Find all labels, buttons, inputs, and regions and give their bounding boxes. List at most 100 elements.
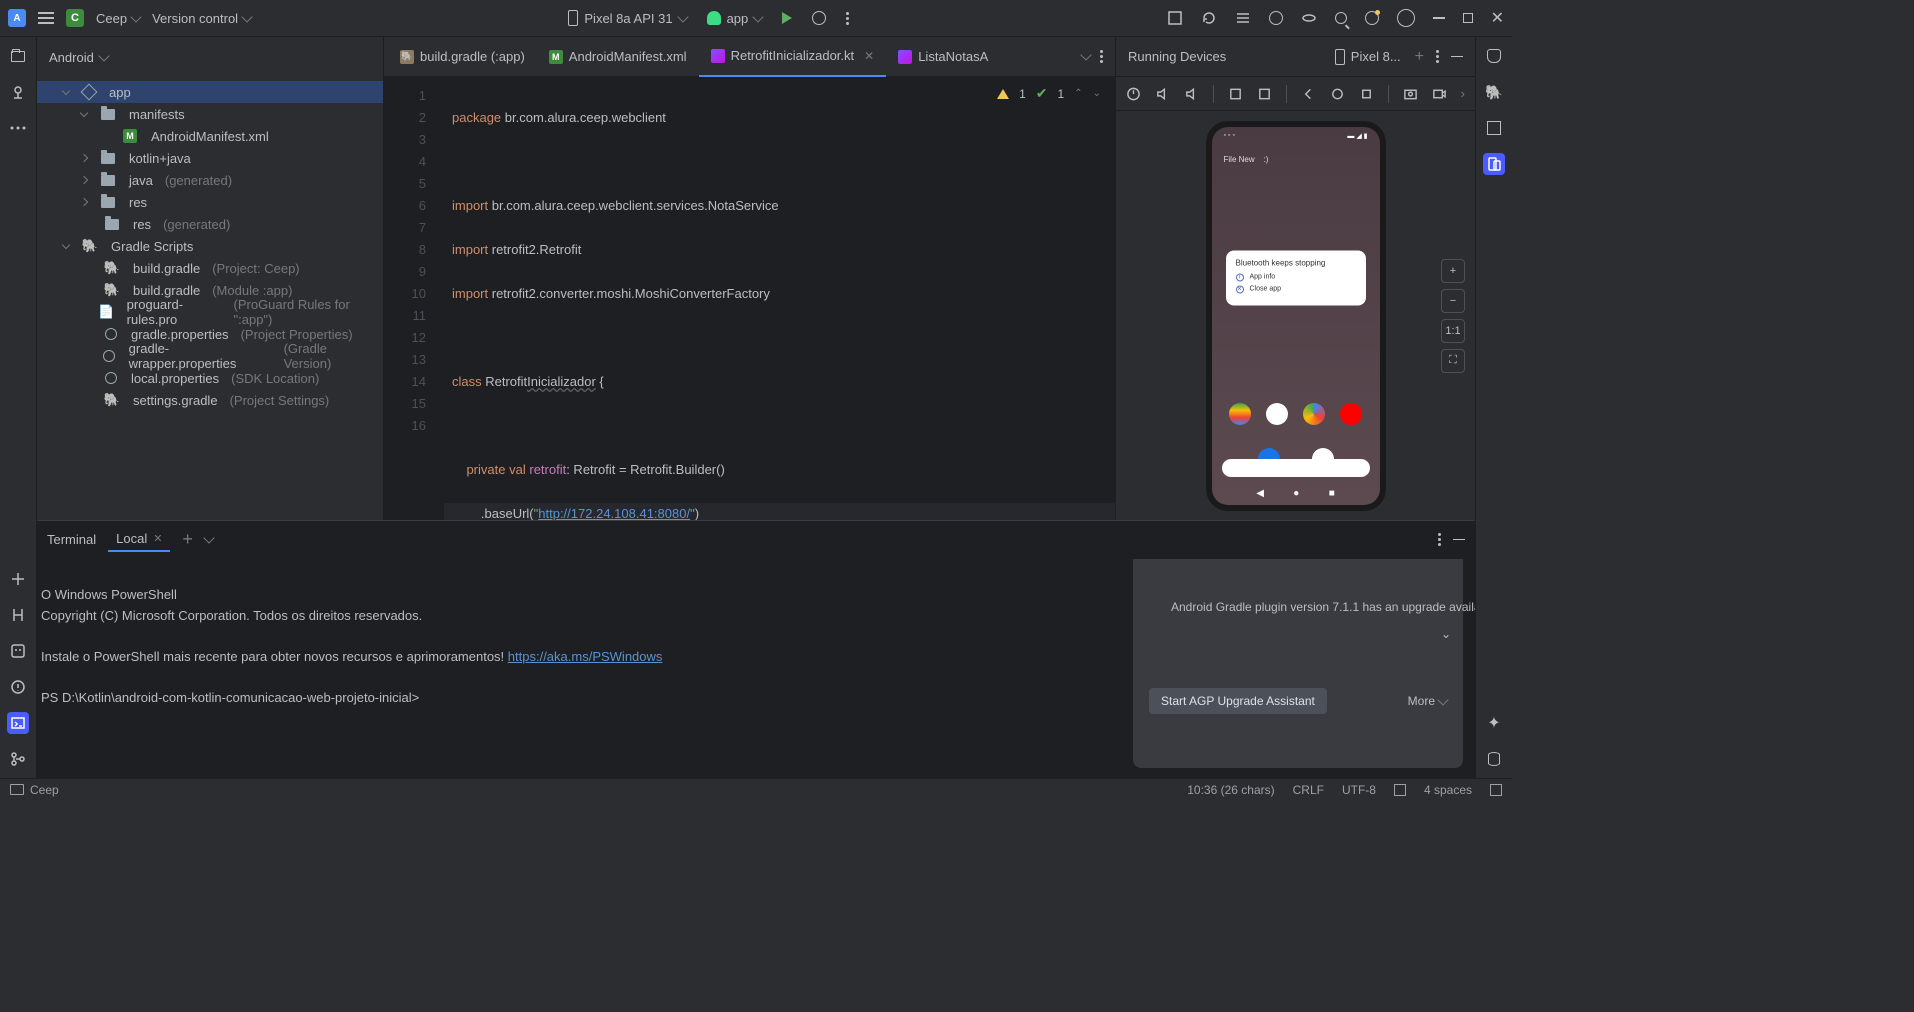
tree-node-manifests[interactable]: manifests <box>37 103 383 125</box>
terminal-options[interactable] <box>1438 533 1441 546</box>
zoom-out-button[interactable]: − <box>1441 289 1465 313</box>
stack-icon[interactable] <box>1235 10 1251 26</box>
cursor-position[interactable]: 10:36 (26 chars) <box>1187 783 1274 797</box>
notification-more-button[interactable]: More <box>1408 691 1447 711</box>
commit-tool-button[interactable] <box>7 81 29 103</box>
tree-node-kotlin-java[interactable]: kotlin+java <box>37 147 383 169</box>
account-icon[interactable] <box>1397 9 1415 27</box>
close-window[interactable]: ✕ <box>1491 8 1504 28</box>
minimize-window[interactable] <box>1433 17 1445 19</box>
rotate-left-icon[interactable] <box>1228 86 1243 102</box>
chevron-right-icon[interactable]: › <box>1461 86 1465 101</box>
code-with-me-icon[interactable] <box>1167 10 1183 26</box>
build-tool-button[interactable] <box>7 568 29 590</box>
device-tab[interactable]: Pixel 8... <box>1335 49 1401 65</box>
back-icon[interactable] <box>1301 86 1316 102</box>
volume-up-icon[interactable] <box>1155 86 1170 102</box>
editor-tab-manifest[interactable]: MAndroidManifest.xml <box>537 37 699 77</box>
close-tab-icon[interactable]: ✕ <box>153 532 162 545</box>
memory-indicator[interactable] <box>1490 784 1502 796</box>
tree-node-java-gen[interactable]: java(generated) <box>37 169 383 191</box>
editor-inspection-status[interactable]: 1 ✔1 ⌃ ⌄ <box>997 85 1101 102</box>
file-encoding[interactable]: UTF-8 <box>1342 783 1376 797</box>
zoom-in-button[interactable]: + <box>1441 259 1465 283</box>
new-terminal-button[interactable]: + <box>182 529 193 550</box>
app-icon-photos[interactable] <box>1303 403 1325 425</box>
project-dropdown[interactable]: Ceep <box>96 11 140 26</box>
tree-node-build-gradle-proj[interactable]: 🐘build.gradle(Project: Ceep) <box>37 257 383 279</box>
gradle-button[interactable]: 🐘 <box>1483 81 1505 103</box>
screenshot-icon[interactable] <box>1403 86 1418 102</box>
terminal-tool-button[interactable] <box>7 712 29 734</box>
overview-icon[interactable] <box>1359 86 1374 102</box>
run-config-selector[interactable]: app <box>707 11 763 26</box>
expand-notification-icon[interactable]: ⌄ <box>1441 624 1451 644</box>
notifications-button[interactable] <box>1483 45 1505 67</box>
editor-tab-listanotas[interactable]: ListaNotasA <box>886 37 1000 77</box>
reload-icon[interactable] <box>1201 10 1217 26</box>
maximize-window[interactable] <box>1463 13 1473 23</box>
more-run-options[interactable] <box>846 12 849 25</box>
terminal-body[interactable]: O Windows PowerShell Copyright (C) Micro… <box>37 559 1475 778</box>
more-tool-button[interactable] <box>7 117 29 139</box>
zoom-fit-button[interactable]: ⛶ <box>1441 349 1465 373</box>
app-icon-play[interactable] <box>1229 403 1251 425</box>
phone-frame[interactable]: ◦ ◦ ◦▬ ◢ ▮ File New :) Bluetooth keeps s… <box>1206 121 1386 511</box>
close-tab-icon[interactable]: ✕ <box>864 49 874 63</box>
dialog-option-appinfo[interactable]: iApp info <box>1236 273 1356 281</box>
tabs-dropdown-icon[interactable] <box>1080 49 1091 60</box>
power-icon[interactable] <box>1126 86 1141 102</box>
tree-node-app[interactable]: app <box>37 81 383 103</box>
editor-body[interactable]: 1 ✔1 ⌃ ⌄ 12345678910111213141516 package… <box>384 77 1115 520</box>
attach-debugger-icon[interactable] <box>1269 11 1283 25</box>
nav-home[interactable]: ● <box>1293 488 1299 499</box>
run-button[interactable] <box>782 12 792 24</box>
main-menu-button[interactable] <box>38 12 54 24</box>
statusbar-project[interactable]: Ceep <box>30 783 59 797</box>
add-device-button[interactable]: + <box>1415 48 1424 66</box>
tree-node-wrapper-props[interactable]: gradle-wrapper.properties(Gradle Version… <box>37 345 383 367</box>
tree-node-res-gen[interactable]: res(generated) <box>37 213 383 235</box>
zoom-11-button[interactable]: 1:1 <box>1441 319 1465 343</box>
device-selector[interactable]: Pixel 8a API 31 <box>568 10 686 26</box>
start-agp-upgrade-button[interactable]: Start AGP Upgrade Assistant <box>1149 688 1327 714</box>
version-control-tool-button[interactable] <box>7 604 29 626</box>
app-icon-gmail[interactable] <box>1266 403 1288 425</box>
dialog-option-close[interactable]: ✕Close app <box>1236 285 1356 293</box>
git-tool-button[interactable] <box>7 748 29 770</box>
search-icon[interactable] <box>1335 12 1347 24</box>
running-devices-button[interactable] <box>1483 153 1505 175</box>
line-separator[interactable]: CRLF <box>1293 783 1324 797</box>
settings-icon[interactable] <box>1365 11 1379 25</box>
terminal-tab-local[interactable]: Local ✕ <box>108 527 170 552</box>
device-manager-button[interactable] <box>1483 117 1505 139</box>
tree-node-res[interactable]: res <box>37 191 383 213</box>
debug-button[interactable] <box>812 11 826 25</box>
code-content[interactable]: package br.com.alura.ceep.webclient impo… <box>444 77 1115 520</box>
chevron-up-icon[interactable]: ⌃ <box>1074 88 1082 99</box>
phone-search-bar[interactable] <box>1222 459 1370 477</box>
problems-tool-button[interactable] <box>7 676 29 698</box>
readonly-indicator[interactable] <box>1394 784 1406 796</box>
home-icon[interactable] <box>1330 86 1345 102</box>
tree-node-proguard[interactable]: 📄proguard-rules.pro(ProGuard Rules for "… <box>37 301 383 323</box>
profiler-icon[interactable] <box>1301 10 1317 26</box>
database-button[interactable] <box>1483 748 1505 770</box>
volume-down-icon[interactable] <box>1184 86 1199 102</box>
minimize-panel[interactable] <box>1451 56 1463 58</box>
device-more-options[interactable] <box>1436 50 1439 63</box>
record-icon[interactable] <box>1432 86 1447 102</box>
app-icon-youtube[interactable] <box>1340 403 1362 425</box>
vcs-dropdown[interactable]: Version control <box>152 11 251 26</box>
rotate-right-icon[interactable] <box>1257 86 1272 102</box>
project-tool-button[interactable] <box>7 45 29 67</box>
chevron-down-icon[interactable]: ⌄ <box>1093 88 1101 99</box>
chevron-down-icon[interactable] <box>98 50 109 61</box>
hide-terminal[interactable] <box>1453 539 1465 541</box>
ai-assistant-button[interactable]: ✦ <box>1483 712 1505 734</box>
nav-overview[interactable]: ■ <box>1329 488 1335 499</box>
nav-back[interactable]: ◀ <box>1256 488 1264 499</box>
logcat-tool-button[interactable] <box>7 640 29 662</box>
tree-node-manifest-file[interactable]: MAndroidManifest.xml <box>37 125 383 147</box>
editor-tab-retrofit[interactable]: RetrofitInicializador.kt✕ <box>699 37 887 77</box>
